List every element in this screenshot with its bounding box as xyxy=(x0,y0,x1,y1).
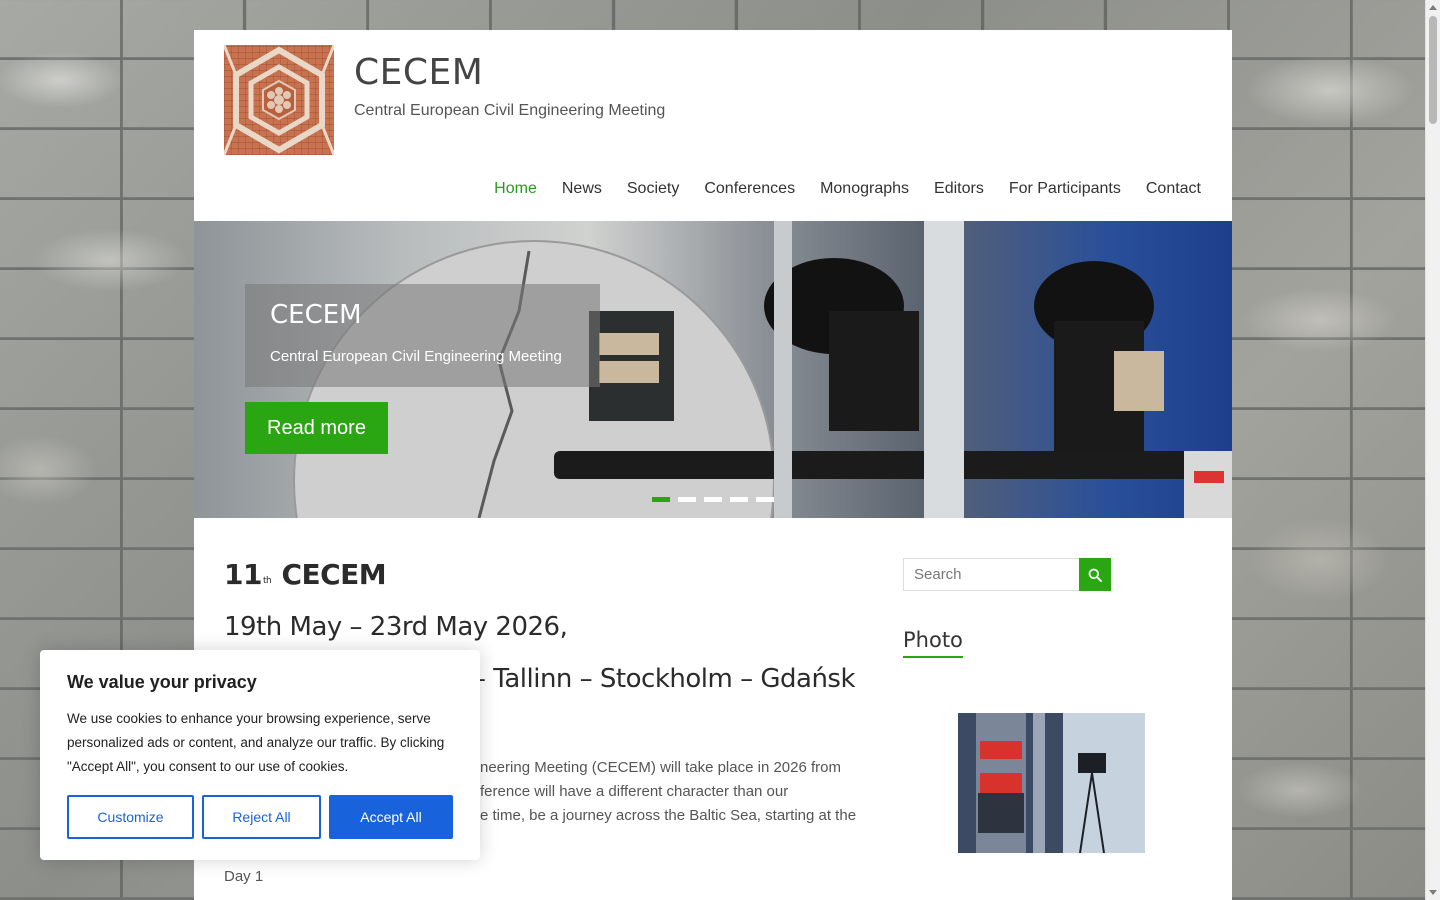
search-form xyxy=(903,558,1111,591)
heading-superscript: th xyxy=(262,576,272,586)
cookie-title: We value your privacy xyxy=(67,672,257,692)
cookie-text: We use cookies to enhance your browsing … xyxy=(67,711,445,774)
body-line: neering Meeting (CECEM) will take place … xyxy=(480,759,841,776)
site-title[interactable]: CECEM xyxy=(354,52,483,93)
heading-rest: CECEM xyxy=(281,558,387,591)
scroll-up-icon[interactable] xyxy=(1429,5,1437,10)
site-header: CECEM Central European Civil Engineering… xyxy=(194,30,1232,220)
sidebar-photo[interactable] xyxy=(958,713,1145,853)
nav-item-editors[interactable]: Editors xyxy=(934,180,984,198)
site-logo[interactable] xyxy=(224,45,334,155)
slider-dot[interactable] xyxy=(756,497,774,502)
nav-item-news[interactable]: News xyxy=(562,180,602,198)
body-line: ference will have a different character … xyxy=(480,783,789,800)
slide-subtitle: Central European Civil Engineering Meeti… xyxy=(270,348,562,365)
sidebar: Photo xyxy=(903,558,1203,858)
slider-pagination xyxy=(652,497,774,502)
hero-slider: CECEM Central European Civil Engineering… xyxy=(194,221,1232,518)
slider-dot[interactable] xyxy=(678,497,696,502)
reject-all-button[interactable]: Reject All xyxy=(202,795,321,839)
photo-widget-title: Photo xyxy=(903,628,963,658)
read-more-button[interactable]: Read more xyxy=(245,402,388,454)
scroll-down-icon[interactable] xyxy=(1429,890,1437,895)
nav-item-conferences[interactable]: Conferences xyxy=(704,180,795,198)
heading-number: 11 xyxy=(224,558,262,591)
article-body: neering Meeting (CECEM) will take place … xyxy=(480,756,880,828)
search-button[interactable] xyxy=(1079,558,1111,591)
page-scrollbar[interactable] xyxy=(1425,0,1440,900)
nav-item-home[interactable]: Home xyxy=(494,180,537,198)
customize-button[interactable]: Customize xyxy=(67,795,194,839)
site-tagline: Central European Civil Engineering Meeti… xyxy=(354,102,666,119)
accept-all-button[interactable]: Accept All xyxy=(329,795,453,839)
slider-dot[interactable] xyxy=(704,497,722,502)
search-input[interactable] xyxy=(903,558,1079,591)
slider-dot[interactable] xyxy=(730,497,748,502)
search-icon xyxy=(1088,568,1102,582)
cookie-consent-banner: We value your privacy We use cookies to … xyxy=(40,650,480,860)
hexagon-tile-logo-icon xyxy=(224,45,334,155)
nav-item-society[interactable]: Society xyxy=(627,180,679,198)
nav-item-monographs[interactable]: Monographs xyxy=(820,180,909,198)
route-line: – Tallinn – Stockholm – Gdańsk xyxy=(473,664,856,694)
scrollbar-thumb[interactable] xyxy=(1429,16,1437,124)
lab-photo-image xyxy=(958,713,1145,853)
main-navigation: Home News Society Conferences Monographs… xyxy=(494,180,1201,198)
slide-title: CECEM xyxy=(270,300,362,330)
article-heading: 11th CECEM xyxy=(224,558,864,591)
nav-item-for-participants[interactable]: For Participants xyxy=(1009,180,1121,198)
slide-caption: CECEM Central European Civil Engineering… xyxy=(245,284,600,387)
body-line: e time, be a journey across the Baltic S… xyxy=(480,807,857,824)
nav-item-contact[interactable]: Contact xyxy=(1146,180,1201,198)
day-label: Day 1 xyxy=(224,868,264,885)
date-line: 19th May – 23rd May 2026, xyxy=(224,612,568,642)
slider-dot[interactable] xyxy=(652,497,670,502)
cookie-buttons: Customize Reject All Accept All xyxy=(67,795,453,839)
